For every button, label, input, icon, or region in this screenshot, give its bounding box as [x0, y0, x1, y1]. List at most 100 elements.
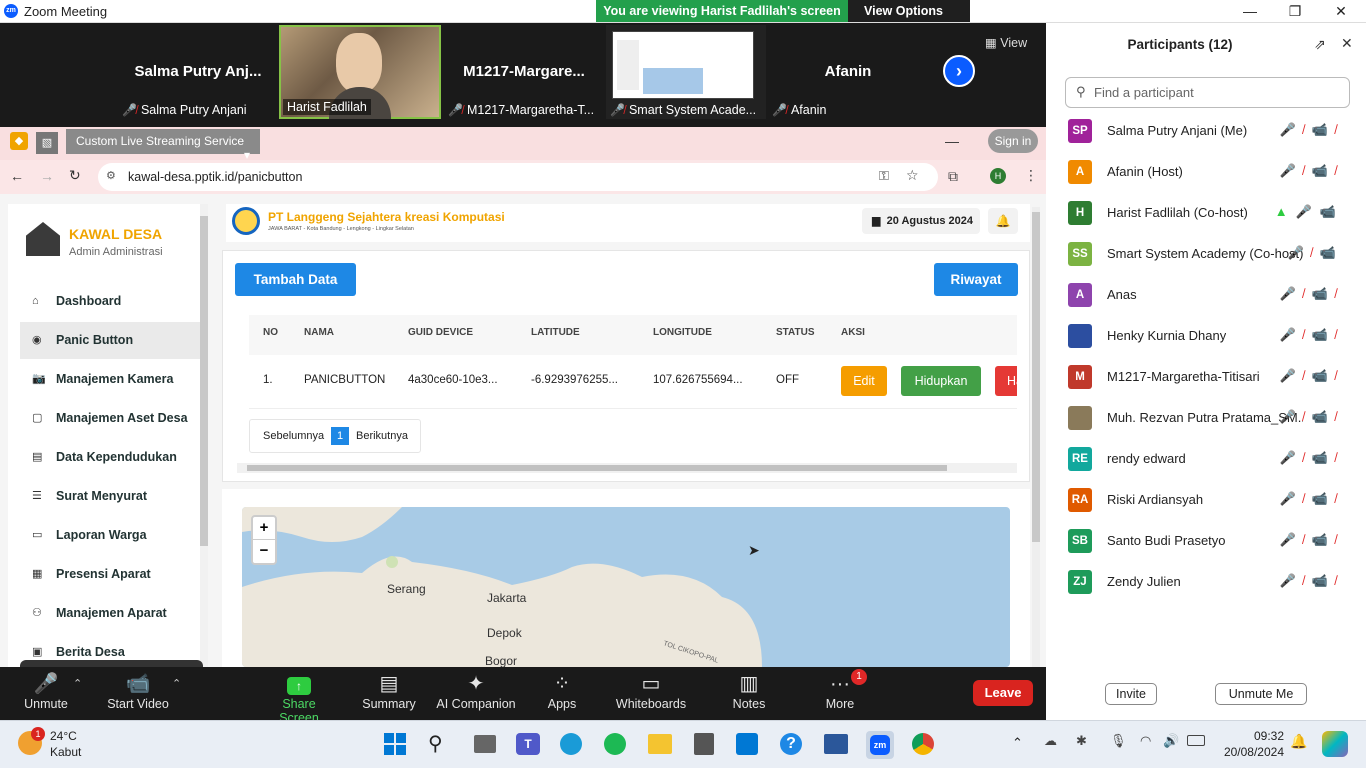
add-data-button[interactable]: Tambah Data: [235, 263, 356, 296]
unmute-me-button[interactable]: Unmute Me: [1215, 683, 1307, 705]
windows-start-icon[interactable]: [384, 733, 406, 755]
browser-menu-icon[interactable]: ⋮: [1024, 167, 1038, 184]
delete-button[interactable]: Ha: [995, 366, 1017, 396]
notification-bell-icon[interactable]: 🔔: [988, 208, 1018, 234]
clock-time[interactable]: 09:32: [1226, 729, 1284, 743]
network-off-icon[interactable]: ☁: [1044, 733, 1057, 749]
forward-arrow-icon[interactable]: →: [40, 168, 54, 184]
participant-row[interactable]: Henky Kurnia Dhany 🎤̸📹̸: [1046, 316, 1366, 357]
edit-button[interactable]: Edit: [841, 366, 887, 396]
streaming-tab[interactable]: Custom Live Streaming Service ▾: [66, 129, 260, 162]
edge-icon[interactable]: [560, 733, 582, 755]
password-key-icon[interactable]: ⚿: [879, 168, 889, 184]
file-explorer-icon[interactable]: [648, 734, 672, 754]
back-arrow-icon[interactable]: ←: [10, 168, 24, 184]
participant-row[interactable]: A Afanin (Host) 🎤̸📹̸: [1046, 152, 1366, 193]
sidebar-scrollbar[interactable]: [200, 204, 208, 667]
notes-button[interactable]: ▥ Notes: [728, 671, 770, 711]
participant-row[interactable]: SB Santo Budi Prasetyo 🎤̸📹̸: [1046, 521, 1366, 562]
nav-dashboard[interactable]: ⌂ Dashboard: [20, 283, 200, 320]
view-options-button[interactable]: View Options ⌄: [848, 0, 970, 40]
zoom-taskbar-button[interactable]: zm: [866, 731, 894, 759]
close-panel-icon[interactable]: ✕: [1341, 35, 1353, 52]
turn-on-button[interactable]: Hidupkan: [901, 366, 981, 396]
minimize-icon[interactable]: —: [1235, 2, 1265, 20]
nav-manajemen-aparat[interactable]: ⚇ Manajemen Aparat: [20, 595, 200, 632]
next-page-button[interactable]: Berikutnya: [356, 430, 408, 442]
video-tile-active-speaker[interactable]: Harist Fadlilah: [279, 25, 441, 119]
share-screen-button[interactable]: ↑ Share Screen: [262, 671, 336, 725]
nav-berita-desa[interactable]: ▣ Berita Desa: [20, 634, 200, 660]
microphone-icon[interactable]: 🎙: [1110, 733, 1127, 749]
unmute-button[interactable]: 🎤 Unmute: [20, 671, 72, 711]
leave-button[interactable]: Leave: [973, 680, 1033, 706]
video-tile[interactable]: Salma Putry Anj... 🎤̸ Salma Putry Anjani: [118, 25, 278, 119]
volume-icon[interactable]: 🔊: [1163, 733, 1179, 749]
video-options-caret-icon[interactable]: ⌃: [172, 677, 181, 690]
calculator-icon[interactable]: [694, 733, 714, 755]
restore-icon[interactable]: ❐: [1280, 2, 1310, 20]
participant-row[interactable]: ZJ Zendy Julien 🎤̸📹̸: [1046, 562, 1366, 603]
invite-button[interactable]: Invite: [1105, 683, 1157, 705]
participant-row[interactable]: A Anas 🎤̸📹̸: [1046, 275, 1366, 316]
reload-icon[interactable]: ↻: [69, 167, 81, 184]
bookmark-star-icon[interactable]: ☆: [906, 167, 919, 184]
participant-row[interactable]: H Harist Fadlilah (Co-host) ▲🎤📹: [1046, 193, 1366, 234]
participant-row[interactable]: Muh. Rezvan Putra Pratama_SM... 🎤̸📹̸: [1046, 398, 1366, 439]
store-icon[interactable]: [736, 733, 758, 755]
prev-page-button[interactable]: Sebelumnya: [263, 430, 324, 442]
help-icon[interactable]: ?: [780, 733, 802, 755]
extensions-icon[interactable]: ⧉: [948, 168, 958, 185]
copilot-icon[interactable]: [1322, 731, 1348, 757]
sign-in-button[interactable]: Sign in: [988, 129, 1038, 153]
nav-surat-menyurat[interactable]: ☰ Surat Menyurat: [20, 478, 200, 515]
wifi-icon[interactable]: ◠: [1140, 733, 1151, 749]
clock-date[interactable]: 20/08/2024: [1214, 745, 1284, 759]
video-tile[interactable]: M1217-Margare... 🎤̸ M1217-Margaretha-T...: [444, 25, 604, 119]
whiteboards-button[interactable]: ▭ Whiteboards: [612, 671, 690, 711]
participant-row[interactable]: SP Salma Putry Anjani (Me) 🎤̸📹̸: [1046, 111, 1366, 152]
browser-minimize-icon[interactable]: —: [945, 133, 959, 149]
participant-row[interactable]: RE rendy edward 🎤̸📹̸: [1046, 439, 1366, 480]
nav-manajemen-kamera[interactable]: 📷 Manajemen Kamera: [20, 361, 200, 398]
teams-icon[interactable]: T: [516, 733, 540, 755]
video-tile[interactable]: Afanin 🎤̸ Afanin: [768, 25, 928, 119]
notification-bell-icon[interactable]: 🔔: [1290, 733, 1307, 750]
site-info-icon[interactable]: ⚙: [106, 169, 116, 182]
video-tile-screen[interactable]: 🎤̸ Smart System Acade...: [606, 25, 766, 119]
history-button[interactable]: Riwayat: [934, 263, 1018, 296]
nav-presensi-aparat[interactable]: ▦ Presensi Aparat: [20, 556, 200, 593]
nav-manajemen-aset[interactable]: ▢ Manajemen Aset Desa: [20, 400, 200, 437]
task-view-icon[interactable]: [474, 735, 496, 753]
nav-panic-button[interactable]: ◉ Panic Button: [20, 322, 200, 359]
page-1-button[interactable]: 1: [331, 427, 349, 445]
summary-button[interactable]: ▤ Summary: [360, 671, 418, 711]
apps-button[interactable]: ⁘ Apps: [540, 671, 584, 711]
page-scrollbar[interactable]: [1032, 207, 1040, 667]
app-icon[interactable]: [824, 734, 848, 754]
map-view[interactable]: Serang Jakarta Depok Bogor TOL CIKOPO-PA…: [242, 507, 1010, 667]
nav-data-kependudukan[interactable]: ▤ Data Kependudukan: [20, 439, 200, 476]
search-icon[interactable]: ⚲: [428, 731, 443, 756]
close-icon[interactable]: ✕: [1326, 2, 1356, 20]
chrome-icon[interactable]: [912, 733, 934, 755]
profile-avatar[interactable]: H: [990, 168, 1006, 184]
battery-icon[interactable]: [1187, 735, 1205, 746]
participant-row[interactable]: M M1217-Margaretha-Titisari 🎤̸📹̸: [1046, 357, 1366, 398]
tray-expand-icon[interactable]: ⌃: [1012, 735, 1023, 751]
ai-companion-button[interactable]: ✦ AI Companion: [434, 671, 518, 711]
bluetooth-icon[interactable]: ✱: [1076, 733, 1087, 749]
start-video-button[interactable]: 📹 Start Video: [104, 671, 172, 711]
next-page-arrow-icon[interactable]: ›: [943, 55, 975, 87]
participant-row[interactable]: SS Smart System Academy (Co-host) 🎤̸📹: [1046, 234, 1366, 275]
popout-icon[interactable]: ⇗: [1314, 36, 1326, 53]
nav-laporan-warga[interactable]: ▭ Laporan Warga: [20, 517, 200, 554]
spotify-icon[interactable]: [604, 733, 626, 755]
zoom-out-button[interactable]: −: [253, 540, 275, 563]
zoom-in-button[interactable]: +: [253, 517, 275, 540]
participant-search[interactable]: ⚲ Find a participant: [1065, 77, 1350, 108]
audio-options-caret-icon[interactable]: ⌃: [73, 677, 82, 690]
address-bar[interactable]: ⚙ kawal-desa.pptik.id/panicbutton ⚿ ☆: [98, 163, 938, 191]
table-horizontal-scrollbar[interactable]: [237, 463, 1017, 473]
participant-row[interactable]: RA Riski Ardiansyah 🎤̸📹̸: [1046, 480, 1366, 521]
